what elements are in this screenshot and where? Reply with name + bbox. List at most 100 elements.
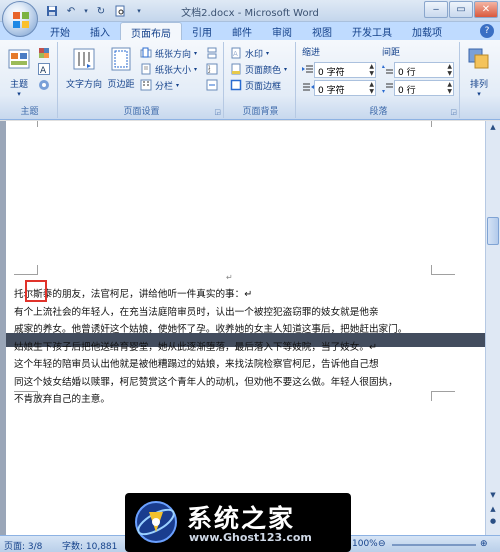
text-line: 托尔斯泰的朋友，法官柯尼，讲给他听一件真实的事：↵ [14, 289, 253, 300]
themes-icon [8, 49, 30, 69]
size-label: 纸张大小 [155, 65, 192, 76]
text-line: 同这个妓女结婚以赎罪，柯尼赞赏这个青年人的动机，但劝他不要这么做。年轻人很固执， [14, 376, 398, 388]
scroll-up-icon[interactable]: ▲ [487, 123, 499, 135]
page-background-group-label: 页面背景 [242, 107, 279, 117]
line-numbers-button[interactable]: 12 [206, 62, 218, 76]
indent-left-input[interactable]: 0 字符 ▲ ▼ [314, 62, 376, 78]
theme-effects-button[interactable] [38, 78, 50, 92]
breaks-button[interactable] [206, 46, 218, 60]
spacing-after-input[interactable]: 0 行 ▲ ▼ [394, 80, 454, 96]
tab-mailings[interactable]: 邮件 [222, 22, 262, 40]
margin-corner-mark [431, 265, 455, 275]
arrange-button[interactable]: 排列 ▾ [462, 44, 496, 98]
themes-button[interactable]: 主题 ▾ [2, 44, 36, 98]
margins-icon [111, 47, 131, 71]
orientation-icon [140, 47, 152, 58]
themes-button-label: 主题 [9, 80, 28, 90]
text-line: 这个年轻的陪审员认出他就是被他糟蹋过的姑娘，来找法院检察官柯尼，告诉他自己想 [14, 359, 379, 370]
columns-label: 分栏 [155, 81, 174, 92]
brand-name: 系统之家 [187, 504, 296, 533]
tab-references[interactable]: 引用 [182, 22, 222, 40]
ribbon-tabs: 开始 插入 页面布局 引用 邮件 审阅 视图 开发工具 加载项 [40, 22, 452, 40]
spacing-before-input[interactable]: 0 行 ▲ ▼ [394, 62, 454, 78]
zoom-level[interactable]: 100% [352, 539, 378, 549]
tab-view[interactable]: 视图 [302, 22, 342, 40]
paragraph-group: 缩进 间距 0 字符 ▲ ▼ 0 字符 ▲ ▼ 0 行 ▲ ▼ 0 行 ▲ ▼ 段落 ◲ [298, 42, 460, 118]
theme-colors-button[interactable] [38, 46, 50, 60]
close-button[interactable]: ✕ [474, 1, 498, 18]
text-direction-label: 文字方向 [65, 80, 102, 90]
spacing-after-spinner-icon[interactable]: ▲ ▼ [447, 81, 452, 95]
word-count[interactable]: 字数: 10,881 [62, 539, 117, 552]
columns-icon [140, 79, 152, 91]
ribbon: 主题 ▾ A 主题 文字方向 页边距 纸张方向 ▾ 纸张大小 ▾ 分栏 ▾ 1 … [0, 40, 500, 120]
watermark-icon: A [231, 47, 241, 59]
margin-corner-mark [14, 265, 38, 275]
tab-page-layout[interactable]: 页面布局 [120, 22, 182, 40]
scroll-down-icon[interactable]: ▼ [487, 491, 499, 503]
page-borders-icon [230, 79, 242, 91]
margin-corner-mark [431, 121, 455, 127]
tab-review[interactable]: 审阅 [262, 22, 302, 40]
previous-page-icon[interactable]: ▲ [487, 505, 499, 517]
indent-right-icon [303, 83, 314, 91]
paragraph-launcher-icon[interactable]: ◲ [450, 108, 457, 116]
arrange-label: 排列 [469, 80, 488, 90]
arrange-icon [468, 48, 489, 69]
indent-right-spinner-icon[interactable]: ▲ ▼ [369, 81, 374, 95]
page-setup-launcher-icon[interactable]: ◲ [214, 108, 221, 116]
margins-label: 页边距 [107, 80, 135, 90]
columns-button[interactable]: 分栏 ▾ [140, 78, 179, 92]
text-line: 有个上流社会的年轻人，在充当法庭陪审员时，认出一个被控犯盗窃罪的妓女就是他亲 [14, 306, 379, 318]
page-borders-button[interactable]: 页面边框 [230, 78, 281, 92]
office-button[interactable] [2, 1, 38, 37]
vertical-scrollbar[interactable]: ▲ ▼ ▲ ● [485, 121, 500, 535]
scroll-thumb[interactable] [487, 217, 499, 245]
site-watermark: 系统之家 www.Ghost123.com [125, 493, 351, 552]
spacing-label: 间距 [382, 48, 401, 58]
maximize-button[interactable]: ▭ [449, 1, 473, 18]
page-color-button[interactable]: 页面颜色 ▾ [230, 62, 287, 76]
page-indicator[interactable]: 页面: 3/8 [4, 539, 42, 552]
tab-add-ins[interactable]: 加载项 [402, 22, 452, 40]
paper-size-icon [141, 63, 151, 75]
minimize-button[interactable]: ‒ [424, 1, 448, 18]
office-logo-icon [13, 12, 29, 28]
brand-url: www.Ghost123.com [189, 531, 312, 544]
help-icon[interactable]: ? [480, 24, 494, 38]
tab-insert[interactable]: 插入 [80, 22, 120, 40]
tab-home[interactable]: 开始 [40, 22, 80, 40]
zoom-slider[interactable] [392, 544, 476, 546]
watermark-label: 水印 [245, 49, 264, 60]
indent-right-input[interactable]: 0 字符 ▲ ▼ [314, 80, 376, 96]
margin-corner-mark [14, 121, 38, 127]
theme-group: 主题 ▾ A 主题 [2, 42, 58, 118]
theme-effects-icon [39, 80, 49, 90]
select-browse-object-icon[interactable]: ● [487, 517, 499, 529]
watermark-button[interactable]: A 水印 ▾ [230, 46, 269, 60]
document-text[interactable]: 托尔斯泰的朋友，法官柯尼，讲给他听一件真实的事：↵ 有个上流社会的年轻人，在充当… [14, 286, 434, 409]
text-line: 姑娘生下孩子后把他送给育婴堂，她从此逐渐堕落，最后落入下等妓院，当了妓女。↵ [14, 341, 378, 353]
indent-left-icon [302, 65, 313, 73]
hyphenation-button[interactable] [206, 78, 218, 92]
page-color-icon [231, 63, 241, 75]
size-button[interactable]: 纸张大小 ▾ [140, 62, 197, 76]
indent-left-spinner-icon[interactable]: ▲ ▼ [369, 63, 374, 77]
text-direction-icon [73, 48, 95, 70]
theme-fonts-icon: A [38, 63, 50, 75]
orientation-button[interactable]: 纸张方向 ▾ [140, 46, 197, 60]
hyphenation-icon [206, 79, 218, 91]
spacing-before-spinner-icon[interactable]: ▲ ▼ [447, 63, 452, 77]
text-line: 戚家的养女。他曾诱奸这个姑娘，使她怀了孕。收养她的女主人知道这事后，把她赶出家门… [14, 324, 408, 335]
spacing-after-value: 0 行 [398, 86, 416, 96]
margins-button[interactable]: 页边距 [104, 44, 138, 96]
paragraph-mark: ↵ [226, 273, 233, 282]
tab-developer[interactable]: 开发工具 [342, 22, 402, 40]
orientation-label: 纸张方向 [155, 49, 192, 60]
text-direction-button[interactable]: 文字方向 [64, 44, 104, 96]
theme-fonts-button[interactable]: A [38, 62, 50, 76]
zoom-out-icon[interactable]: ⊖ [378, 539, 386, 549]
zoom-in-icon[interactable]: ⊕ [480, 539, 488, 549]
page-color-label: 页面颜色 [245, 65, 282, 76]
indent-label: 缩进 [302, 48, 321, 58]
